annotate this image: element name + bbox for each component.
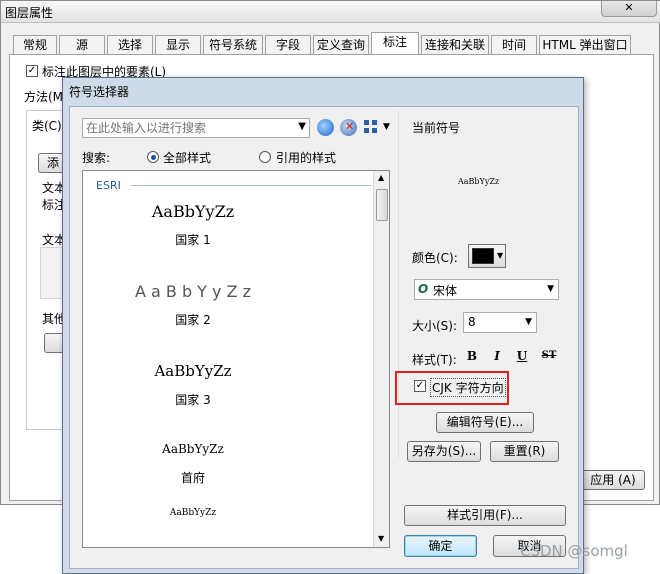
chevron-down-icon[interactable]: ▼	[298, 121, 306, 132]
view-options-icon[interactable]	[364, 120, 378, 134]
highlight-box	[395, 371, 509, 405]
size-value: 8	[468, 315, 476, 329]
tab-fields[interactable]: 字段	[265, 35, 311, 54]
italic-button[interactable]: I	[488, 347, 506, 365]
edit-symbol-button[interactable]: 编辑符号(E)...	[436, 412, 534, 433]
size-label: 大小(S):	[412, 319, 458, 333]
symbol-list: ESRI AaBbYyZz 国家 1 A a B b Y y Z z 国家 2 …	[82, 170, 390, 548]
bold-button[interactable]: B	[463, 347, 481, 365]
clear-search-icon[interactable]: ✕	[340, 119, 357, 136]
class-label: 类(C):	[32, 119, 66, 133]
current-symbol-preview: AaBbYyZz	[458, 177, 500, 186]
current-symbol-label: 当前符号	[412, 121, 461, 135]
search-icon[interactable]	[317, 119, 334, 136]
chevron-down-icon: ▼	[547, 284, 554, 294]
tab-label: 字段	[275, 38, 300, 52]
scroll-up-icon[interactable]: ▲	[378, 173, 384, 182]
search-combobox[interactable]: ▼	[82, 118, 310, 138]
button-label: 添	[46, 156, 59, 170]
list-item[interactable]: A a B b Y y Z z 国家 2	[103, 277, 283, 341]
tab-label: 显示	[165, 38, 190, 52]
window-title: 图层属性	[5, 6, 54, 20]
method-label: 方法(M	[24, 90, 64, 104]
style-references-button[interactable]: 样式引用(F)...	[404, 505, 566, 526]
symbol-sample: AaBbYyZz	[151, 202, 235, 221]
tab-general[interactable]: 常规	[13, 35, 57, 54]
close-button[interactable]: ✕	[601, 1, 657, 17]
tab-source[interactable]: 源	[59, 35, 105, 54]
style-label: 样式(T):	[412, 353, 457, 367]
chevron-down-icon: ▼	[497, 251, 504, 260]
symbol-name: 国家 3	[175, 393, 211, 407]
ok-button[interactable]: 确定	[404, 535, 477, 557]
watermark-text: CSDN @somgl	[520, 542, 628, 560]
size-select[interactable]: 8 ▼	[463, 312, 537, 333]
symbol-sample: A a B b Y y Z z	[134, 282, 252, 301]
symbol-sample: AaBbYyZz	[169, 508, 217, 518]
color-picker-button[interactable]: ▼	[468, 244, 506, 268]
color-label: 颜色(C):	[412, 251, 458, 265]
tab-joins[interactable]: 连接和关联	[421, 35, 489, 54]
symbol-name: 首府	[180, 471, 205, 485]
tab-time[interactable]: 时间	[491, 35, 537, 54]
list-item[interactable]: AaBbYyZz 国家 1	[103, 197, 283, 261]
tab-label: 符号系统	[208, 38, 257, 52]
list-group-header: ESRI	[96, 179, 121, 192]
tab-label: 定义查询	[316, 38, 365, 52]
search-scope-label: 搜索:	[82, 151, 111, 165]
group-divider	[131, 185, 371, 186]
list-scrollbar[interactable]: ▲ ▼	[373, 171, 389, 547]
symbol-selector-dialog: 符号选择器 ▼ ✕ ▼ 搜索: 全部样式 引用的样式 ESRI AaBbYyZz…	[62, 77, 584, 574]
tab-label: 连接和关联	[424, 38, 485, 52]
view-options-chevron-icon[interactable]: ▼	[383, 122, 390, 132]
symbol-name: 国家 2	[175, 313, 211, 327]
opentype-font-icon: O	[418, 282, 429, 296]
font-select[interactable]: O 宋体 ▼	[414, 279, 559, 300]
radio-referenced-styles[interactable]	[259, 151, 271, 163]
button-label: 应用 (A)	[590, 473, 636, 487]
tab-label: 常规	[22, 38, 47, 52]
grid-view-svg	[364, 120, 377, 133]
tab-label: 时间	[501, 38, 526, 52]
radio-all-styles-label: 全部样式	[163, 151, 212, 165]
tab-definition-query[interactable]: 定义查询	[313, 35, 369, 54]
tab-label: HTML 弹出窗口	[542, 38, 628, 52]
tab-selection[interactable]: 选择	[107, 35, 153, 54]
search-input[interactable]	[83, 119, 291, 137]
tab-symbology[interactable]: 符号系统	[203, 35, 263, 54]
window-titlebar: 图层属性 ✕	[1, 1, 660, 23]
text-symbol-preview	[40, 247, 64, 299]
symbol-sample: AaBbYyZz	[162, 442, 224, 456]
label-features-checkbox[interactable]: ✓	[26, 65, 38, 77]
dialog-body: ▼ ✕ ▼ 搜索: 全部样式 引用的样式 ESRI AaBbYyZz 国家 1 …	[69, 106, 579, 569]
tab-label: 源	[75, 38, 88, 52]
radio-referenced-styles-label: 引用的样式	[276, 151, 337, 165]
symbol-sample: AaBbYyZz	[154, 362, 232, 380]
scrollbar-thumb[interactable]	[376, 189, 388, 221]
save-as-button[interactable]: 另存为(S)...	[407, 441, 481, 462]
radio-all-styles[interactable]	[147, 151, 159, 163]
list-item[interactable]: AaBbYyZz 首府	[103, 437, 283, 501]
list-item[interactable]: AaBbYyZz 国家 3	[103, 357, 283, 421]
clear-x-glyph: ✕	[345, 120, 355, 133]
tab-labels[interactable]: 标注	[371, 32, 419, 55]
chevron-down-icon: ▼	[525, 317, 532, 327]
color-swatch	[472, 248, 494, 264]
tab-label: 选择	[117, 38, 142, 52]
font-value: 宋体	[433, 284, 458, 298]
close-icon: ✕	[624, 1, 634, 14]
tab-label: 标注	[382, 35, 407, 49]
strikethrough-button[interactable]: ST	[538, 347, 560, 365]
tab-display[interactable]: 显示	[155, 35, 201, 54]
tab-html-popup[interactable]: HTML 弹出窗口	[539, 35, 631, 54]
reset-button[interactable]: 重置(R)	[490, 441, 559, 462]
dialog-title: 符号选择器	[69, 85, 130, 99]
underline-button[interactable]: U	[513, 347, 531, 365]
list-item[interactable]: AaBbYyZz	[103, 507, 283, 547]
symbol-name: 国家 1	[175, 233, 211, 247]
scroll-down-icon[interactable]: ▼	[378, 534, 384, 543]
apply-button[interactable]: 应用 (A)	[581, 470, 645, 490]
